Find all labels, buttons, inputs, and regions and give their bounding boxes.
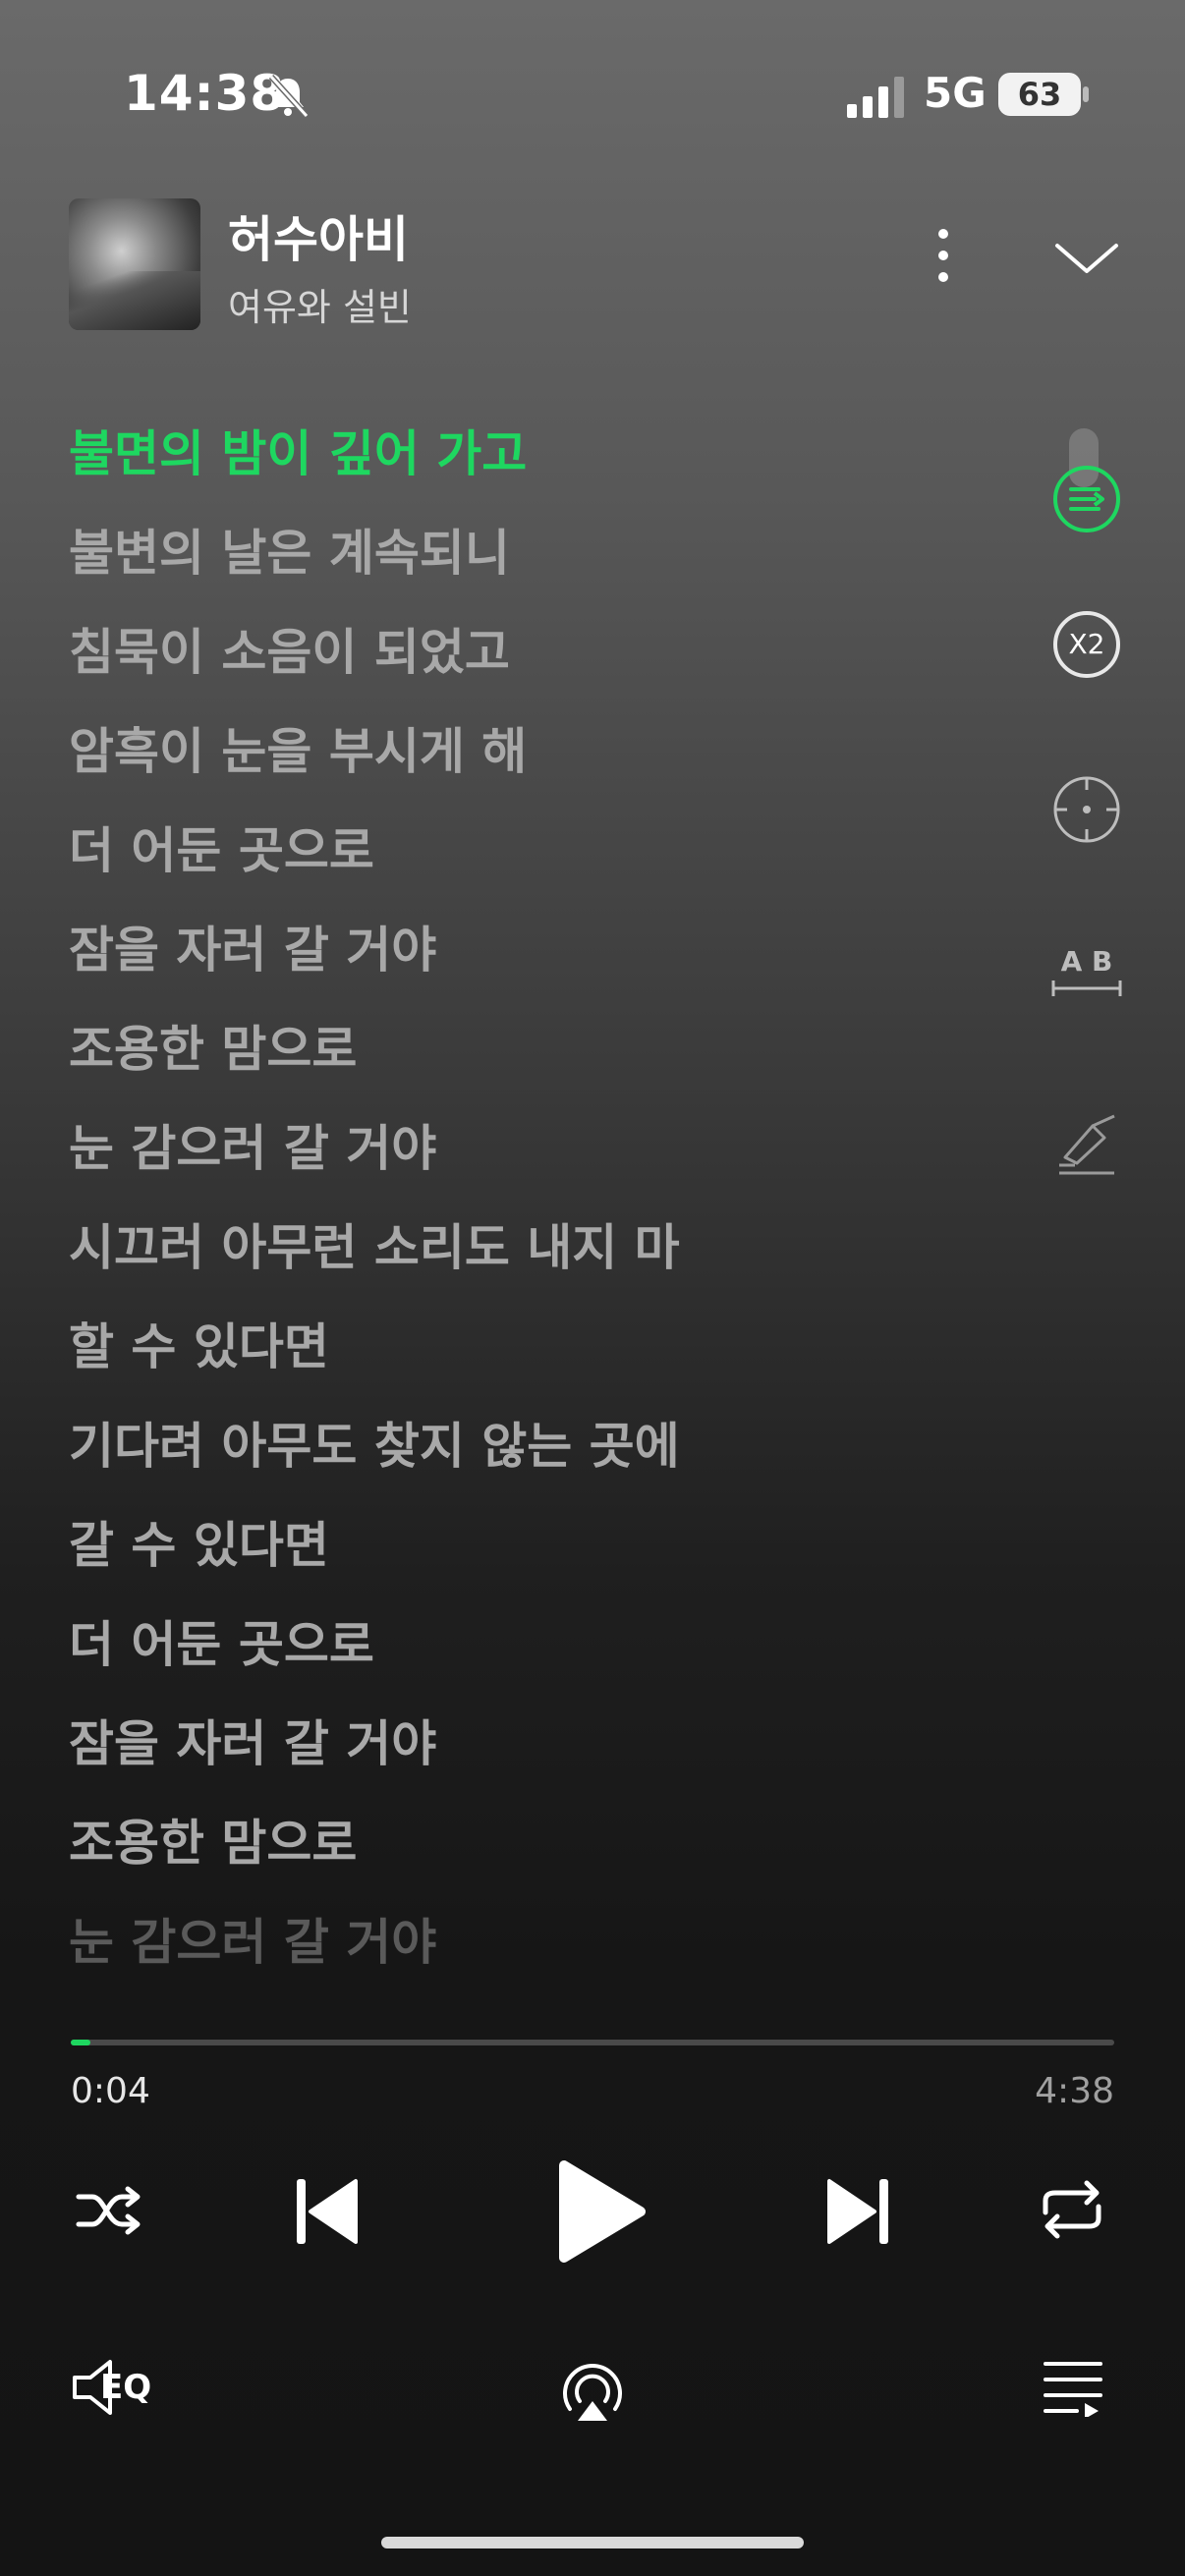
next-icon[interactable] <box>825 2177 890 2246</box>
crosshair-icon[interactable] <box>1049 772 1124 847</box>
track-title[interactable]: 허수아비 <box>228 200 409 271</box>
more-icon[interactable] <box>924 224 963 287</box>
ab-repeat-label: A B <box>1060 945 1113 978</box>
battery-tip <box>1083 86 1089 102</box>
lyric-line[interactable]: 더 어둔 곳으로 <box>69 813 953 913</box>
speed-button[interactable]: X2 <box>1049 607 1124 682</box>
lyric-line[interactable]: 눈 감으러 갈 거야 <box>69 1111 953 1210</box>
progress-track[interactable] <box>71 2040 1114 2045</box>
time-total: 4:38 <box>1035 2071 1114 2111</box>
ab-repeat-icon <box>1051 980 1122 996</box>
ab-repeat-button[interactable]: A B <box>1049 941 1124 1016</box>
album-art[interactable] <box>69 198 200 330</box>
time-current: 0:04 <box>71 2071 150 2111</box>
speed-label: X2 <box>1068 628 1105 660</box>
bell-off-icon <box>268 74 310 119</box>
airplay-icon[interactable] <box>556 2354 629 2423</box>
lyric-line[interactable]: 갈 수 있다면 <box>69 1508 953 1607</box>
lyric-line[interactable]: 잠을 자러 갈 거야 <box>69 913 953 1012</box>
previous-icon[interactable] <box>295 2177 360 2246</box>
lyric-line[interactable]: 잠을 자러 갈 거야 <box>69 1707 953 1806</box>
lyric-line-current[interactable]: 불면의 밤이 깊어 가고 <box>69 417 953 516</box>
status-time: 14:38 <box>124 65 286 122</box>
eq-label: EQ <box>100 2368 152 2407</box>
queue-icon[interactable] <box>1044 2360 1102 2417</box>
lyric-line[interactable]: 조용한 맘으로 <box>69 1806 953 1905</box>
track-artist[interactable]: 여유와 설빈 <box>228 277 412 331</box>
repeat-icon[interactable] <box>1040 2179 1104 2240</box>
lyric-line[interactable]: 할 수 있다면 <box>69 1310 953 1409</box>
lyric-line[interactable]: 더 어둔 곳으로 <box>69 1607 953 1707</box>
home-indicator[interactable] <box>381 2537 804 2548</box>
progress-fill <box>71 2040 90 2045</box>
eq-button[interactable]: EQ <box>71 2356 165 2419</box>
lyric-line[interactable]: 침묵이 소음이 되었고 <box>69 615 953 714</box>
signal-icon <box>847 77 904 118</box>
lyric-line[interactable]: 눈 감으러 갈 거야 <box>69 1905 953 2004</box>
chevron-down-icon[interactable] <box>1049 234 1124 281</box>
lyric-line[interactable]: 시끄러 아무런 소리도 내지 마 <box>69 1210 953 1310</box>
lyric-line[interactable]: 기다려 아무도 찾지 않는 곳에 <box>69 1409 953 1508</box>
network-label: 5G <box>924 69 987 117</box>
shuffle-icon[interactable] <box>75 2183 143 2238</box>
lyrics-list[interactable]: 불면의 밤이 깊어 가고 불변의 날은 계속되니 침묵이 소음이 되었고 암흑이 눈을… <box>69 417 953 2004</box>
lyric-line[interactable]: 조용한 맘으로 <box>69 1012 953 1111</box>
play-icon[interactable] <box>554 2157 649 2266</box>
lyric-line[interactable]: 암흑이 눈을 부시게 해 <box>69 714 953 813</box>
battery-indicator: 63 <box>998 73 1081 116</box>
lyric-line[interactable]: 불변의 날은 계속되니 <box>69 516 953 615</box>
highlight-icon[interactable] <box>1049 1108 1124 1183</box>
lyrics-sync-icon[interactable] <box>1049 462 1124 536</box>
